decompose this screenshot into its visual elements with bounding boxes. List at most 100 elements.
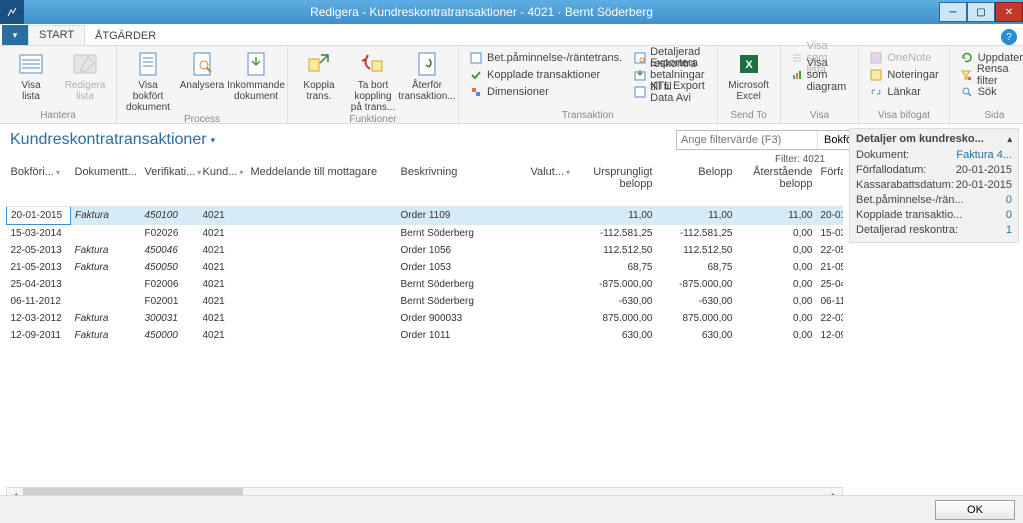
ribbon-tabs: ▾ START ÅTGÄRDER ? <box>0 24 1023 46</box>
excel-button[interactable]: X MicrosoftExcel <box>724 48 774 109</box>
window-title: Redigera - Kundreskontratransaktioner - … <box>24 5 939 19</box>
reverse-icon <box>413 50 441 78</box>
analyze-icon <box>188 50 216 78</box>
xtl-icon <box>634 85 646 99</box>
onenote-button[interactable]: OneNote <box>865 50 942 66</box>
list-icon <box>17 50 45 78</box>
details-panel: Detaljer om kundresko...▴ Dokument:Faktu… <box>849 128 1019 243</box>
rensa-filter-button[interactable]: Rensa filter <box>956 67 1023 83</box>
kopplade-trans-button[interactable]: Kopplade transaktioner <box>465 67 626 83</box>
excel-icon: X <box>735 50 763 78</box>
analysera-label: Analysera <box>180 80 224 91</box>
col-beskr[interactable]: Beskrivning <box>397 162 527 207</box>
tab-start[interactable]: START <box>28 25 85 45</box>
grid: Bokföri...▾ Dokumentt... Verifikati...▾ … <box>6 162 843 487</box>
redigera-lista-button[interactable]: Redigeralista <box>60 48 110 109</box>
redigera-lista-label: Redigeralista <box>65 80 106 102</box>
col-valut[interactable]: Valut...▾ <box>527 162 577 207</box>
table-row[interactable]: 06-11-2012F020014021Bernt Söderberg-630,… <box>7 293 844 310</box>
group-visa-label: Visa <box>787 109 853 123</box>
dimensions-icon <box>469 85 483 99</box>
col-dokument[interactable]: Dokumentt... <box>71 162 141 207</box>
analysera-button[interactable]: Analysera <box>177 48 227 113</box>
col-ursp[interactable]: Ursprungligtbelopp <box>577 162 657 207</box>
page-title-dropdown-icon[interactable]: ▾ <box>211 135 216 146</box>
visa-som-diagram-button[interactable]: Visa som diagram <box>787 67 853 83</box>
tabort-label: Ta bortkoppling på trans... <box>348 80 398 113</box>
table-row[interactable]: 22-05-2013Faktura4500464021Order 1056112… <box>7 242 844 259</box>
refresh-icon <box>960 51 974 65</box>
aterfor-label: Återförtransaktion... <box>398 80 455 102</box>
incoming-doc-icon <box>242 50 270 78</box>
table-row[interactable]: 25-04-2013F020064021Bernt Söderberg-875.… <box>7 276 844 293</box>
file-menu[interactable]: ▾ <box>2 25 28 45</box>
group-sida-label: Sida <box>956 109 1023 123</box>
sok-button[interactable]: Sök <box>956 84 1023 100</box>
document-icon <box>134 50 162 78</box>
col-belopp[interactable]: Belopp <box>657 162 737 207</box>
chart-icon <box>791 68 803 82</box>
visa-lista-label: Visalista <box>21 80 40 102</box>
koppla-button[interactable]: Kopplatrans. <box>294 48 344 113</box>
dimensioner-button[interactable]: Dimensioner <box>465 84 626 100</box>
export-icon <box>634 68 646 82</box>
tab-actions[interactable]: ÅTGÄRDER <box>85 27 166 45</box>
ok-button[interactable]: OK <box>935 500 1015 520</box>
bet-paminnelse-button[interactable]: Bet.påminnelse-/räntetrans. <box>465 50 626 66</box>
xtl-export-button[interactable]: XTL Export Data Avi <box>630 84 710 100</box>
visa-bokfort-button[interactable]: Visa bokförtdokument <box>123 48 173 113</box>
details-detaljerad-link[interactable]: 1 <box>1006 223 1012 238</box>
search-icon <box>960 85 974 99</box>
group-process-label: Process <box>123 113 281 127</box>
reminder-icon <box>469 51 483 65</box>
maximize-button[interactable]: ▢ <box>967 2 995 22</box>
table-row[interactable]: 20-01-2015Faktura4501004021Order 110911,… <box>7 207 844 225</box>
ledger-icon <box>634 51 646 65</box>
lankar-button[interactable]: Länkar <box>865 84 942 100</box>
group-sendto-label: Send To <box>724 109 774 123</box>
group-funktioner-label: Funktioner <box>294 113 452 127</box>
inkommande-button[interactable]: Inkommandedokument <box>231 48 281 113</box>
check-icon <box>469 68 483 82</box>
details-bet-link[interactable]: 0 <box>1006 193 1012 208</box>
clear-filter-icon <box>960 68 973 82</box>
group-bifogat-label: Visa bifogat <box>865 109 942 123</box>
table-row[interactable]: 15-03-2014F020264021Bernt Söderberg-112.… <box>7 225 844 243</box>
unapply-icon <box>359 50 387 78</box>
table-row[interactable]: 12-09-2011Faktura4500004021Order 1011630… <box>7 327 844 344</box>
col-medd[interactable]: Meddelande till mottagare <box>247 162 397 207</box>
details-kopplade-link[interactable]: 0 <box>1006 208 1012 223</box>
col-forfallo[interactable]: Förfallo <box>817 162 844 207</box>
tabort-button[interactable]: Ta bortkoppling på trans... <box>348 48 398 113</box>
aterfor-button[interactable]: Återförtransaktion... <box>402 48 452 113</box>
ribbon: Visalista Redigeralista Hantera Visa bok… <box>0 46 1023 124</box>
group-transaktion-label: Transaktion <box>465 109 711 123</box>
visa-bokfort-label: Visa bokförtdokument <box>123 80 173 113</box>
help-icon[interactable]: ? <box>1001 29 1017 45</box>
onenote-icon <box>869 51 883 65</box>
close-button[interactable]: ✕ <box>995 2 1023 22</box>
svg-text:X: X <box>745 59 753 71</box>
col-bokfor[interactable]: Bokföri...▾ <box>7 162 71 207</box>
visa-lista-button[interactable]: Visalista <box>6 48 56 109</box>
noteringar-button[interactable]: Noteringar <box>865 67 942 83</box>
col-ater[interactable]: Återståendebelopp <box>737 162 817 207</box>
details-title: Detaljer om kundresko... <box>856 133 984 145</box>
notes-icon <box>869 68 883 82</box>
group-hantera-label: Hantera <box>6 109 110 123</box>
col-kund[interactable]: Kund...▾ <box>199 162 247 207</box>
list-small-icon <box>791 51 803 65</box>
filter-input[interactable] <box>677 131 817 149</box>
inkommande-label: Inkommandedokument <box>227 80 285 102</box>
page-title: Kundreskontratransaktioner <box>10 131 207 149</box>
minimize-button[interactable]: ─ <box>939 2 967 22</box>
grid-header-row: Bokföri...▾ Dokumentt... Verifikati...▾ … <box>7 162 844 207</box>
details-dokument-link[interactable]: Faktura 4... <box>956 148 1012 163</box>
table-row[interactable]: 21-05-2013Faktura4500504021Order 105368,… <box>7 259 844 276</box>
details-collapse-icon[interactable]: ▴ <box>1007 134 1012 145</box>
links-icon <box>869 85 883 99</box>
table-row[interactable]: 12-03-2012Faktura3000314021Order 9000338… <box>7 310 844 327</box>
app-icon <box>0 0 24 24</box>
koppla-label: Kopplatrans. <box>303 80 334 102</box>
col-verif[interactable]: Verifikati...▾ <box>141 162 199 207</box>
